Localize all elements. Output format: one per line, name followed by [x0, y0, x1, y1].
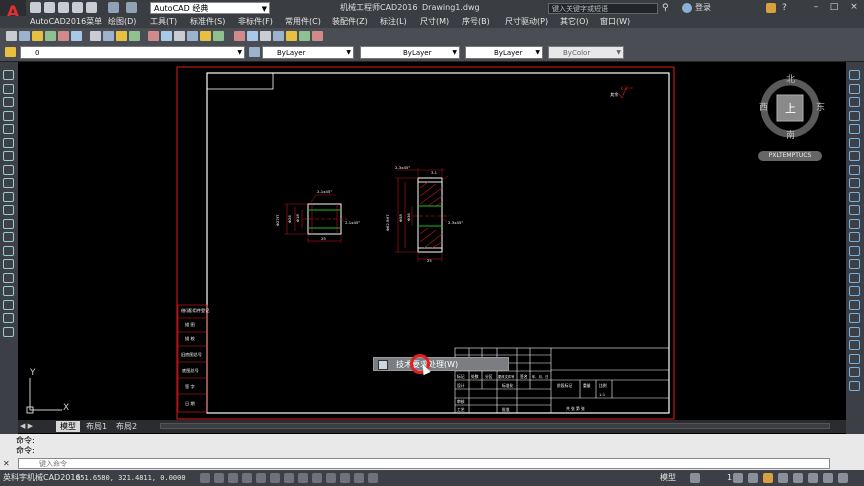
tb-label: 审核 — [457, 399, 465, 404]
transparency-icon[interactable] — [326, 473, 336, 483]
annotation-visibility-icon[interactable] — [733, 473, 743, 483]
left-dim-diameter: Φ27f7 — [275, 214, 280, 226]
horizontal-scrollbar[interactable] — [160, 423, 830, 429]
right-dim-diameter: Φ36 — [406, 213, 411, 221]
register-label: 签 字 — [185, 383, 195, 389]
ortho-icon[interactable] — [228, 473, 238, 483]
viewport-icon[interactable] — [690, 473, 700, 483]
command-tooltip: 技术要求处理(W) — [373, 357, 509, 371]
drawing-svg: 借(通)用件登记 描 图 描 校 旧底图总号 底图总号 签 字 日 期 标记 处… — [26, 66, 820, 420]
viewcube-west[interactable]: 西 — [759, 100, 768, 113]
right-chamfer-right: 2-3x45° — [448, 220, 463, 225]
auto-scale-icon[interactable] — [748, 473, 758, 483]
left-dim-diameter: Φ18 — [295, 214, 300, 222]
viewcube-top-label[interactable]: 上 — [785, 100, 796, 116]
cursor-coordinates[interactable]: 251.6580, 321.4811, 0.0000 — [76, 472, 186, 484]
tb-label: 阶段标记 — [557, 383, 572, 388]
tb-label: 处数 — [471, 374, 479, 379]
right-dim-length: 25 — [427, 258, 432, 263]
right-dim-width: 3.1 — [431, 170, 438, 175]
lineweight-icon[interactable] — [312, 473, 322, 483]
ucs-menu-button[interactable]: PXLTEMPTUCS — [758, 151, 822, 161]
viewcube-east[interactable]: 东 — [816, 100, 825, 113]
ucs-x-label: X — [63, 403, 69, 413]
am-icon[interactable] — [368, 473, 378, 483]
tb-label: 标准化 — [502, 383, 514, 388]
customize-icon[interactable] — [838, 473, 848, 483]
viewcube-south[interactable]: 南 — [786, 128, 795, 141]
right-chamfer-top: 2-3x45° — [395, 165, 410, 170]
register-label: 借(通)用件登记 — [181, 307, 210, 314]
clean-screen-icon[interactable] — [823, 473, 833, 483]
close-icon[interactable]: ✕ — [3, 459, 13, 468]
workspace-switch-icon[interactable] — [763, 473, 773, 483]
right-dim-diameter: Φ58 — [398, 214, 403, 222]
tb-label: 签名 — [520, 374, 528, 379]
dyn-icon[interactable] — [298, 473, 308, 483]
tech-requirement-icon — [378, 360, 388, 370]
command-history-line: 命令: — [16, 436, 35, 445]
register-label: 日 期 — [185, 401, 195, 407]
right-dim-diameter: Φ62.9H7 — [385, 214, 390, 231]
viewcube: 北 南 东 西 上 — [758, 70, 826, 150]
tb-label: 重量 — [583, 383, 591, 388]
register-label: 描 校 — [185, 335, 196, 342]
ucs-icon — [26, 378, 62, 414]
model-space-toggle[interactable]: 模型 — [660, 472, 676, 484]
status-app-name: 英科宇机械CAD2016 — [3, 473, 81, 482]
polar-icon[interactable] — [242, 473, 252, 483]
drawing-code-box — [206, 72, 274, 90]
viewcube-north[interactable]: 北 — [786, 72, 795, 85]
roughness-note: 其余 — [610, 91, 619, 98]
snap-icon[interactable] — [200, 473, 210, 483]
sc-icon[interactable] — [354, 473, 364, 483]
register-label: 旧底图总号 — [181, 351, 202, 358]
command-history-line: 命令: — [16, 446, 35, 455]
roughness-value: 6.3 — [621, 86, 628, 91]
grid-icon[interactable] — [214, 473, 224, 483]
otrack-icon[interactable] — [270, 473, 280, 483]
tb-label: 设计 — [457, 383, 465, 388]
hardware-accel-icon[interactable] — [808, 473, 818, 483]
ducs-icon[interactable] — [284, 473, 294, 483]
tb-label: 比例 — [599, 383, 607, 388]
tb-label: 更改文件号 — [498, 374, 515, 379]
left-chamfer-right: 2-1x45° — [345, 220, 360, 225]
tb-label: 分区 — [485, 374, 493, 379]
left-bushing-drawing — [284, 194, 347, 243]
command-input[interactable]: 键入命令 — [18, 458, 830, 469]
status-bar: 英科宇机械CAD2016 251.6580, 321.4811, 0.0000 … — [0, 470, 864, 486]
tb-label: 批准 — [502, 407, 510, 412]
tb-scale-value: 1:1 — [599, 392, 606, 397]
tb-label: 工艺 — [457, 407, 465, 412]
left-dim-length: 25 — [321, 236, 326, 241]
left-chamfer-top: 2-1x45° — [317, 189, 332, 194]
right-hub-drawing — [395, 168, 450, 262]
tb-label: 共 张 第 张 — [566, 406, 585, 411]
ucs-y-label: Y — [29, 368, 36, 378]
register-label: 底图总号 — [182, 367, 199, 374]
isolate-objects-icon[interactable] — [793, 473, 803, 483]
lock-ui-icon[interactable] — [778, 473, 788, 483]
tab-model[interactable]: 模型 — [56, 421, 80, 432]
osnap-icon[interactable] — [256, 473, 266, 483]
left-dim-diameter: Φ26 — [287, 215, 292, 223]
qp-icon[interactable] — [340, 473, 350, 483]
tab-layout2[interactable]: 布局2 — [112, 421, 141, 432]
tb-label: 年、月、日 — [532, 374, 548, 379]
tab-nav-arrows[interactable]: ◀ ▶ — [20, 422, 33, 430]
tb-label: 标记 — [457, 374, 465, 379]
tab-layout1[interactable]: 布局1 — [82, 421, 111, 432]
register-label: 描 图 — [185, 321, 195, 328]
